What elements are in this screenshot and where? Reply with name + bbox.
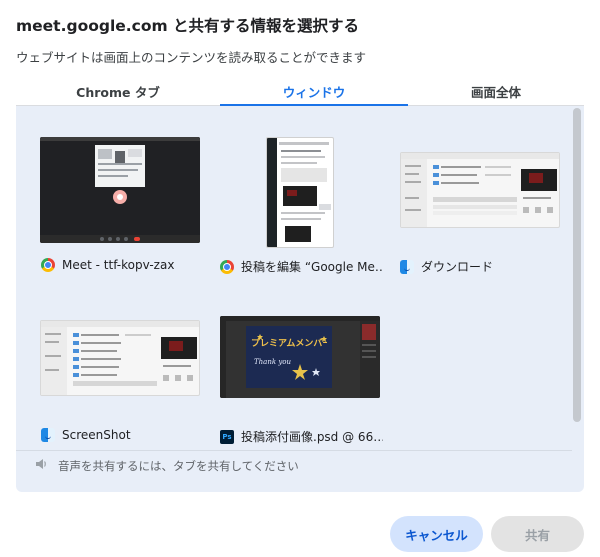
dialog-title: meet.google.com と共有する情報を選択する [16, 17, 360, 35]
finder-icon [400, 259, 414, 274]
audio-notice-text: 音声を共有するには、タブを共有してください [58, 458, 299, 473]
window-title: 投稿添付画像.psd @ 66… [241, 430, 383, 444]
window-title: ScreenShot [62, 428, 131, 442]
window-thumbnail [40, 320, 200, 396]
photoshop-icon: Ps [220, 429, 234, 444]
window-thumbnail: プレミアムメンバー Thank you [220, 316, 380, 398]
speaker-icon [34, 457, 48, 474]
window-thumbnail [40, 137, 200, 243]
thumbnail-script-text: Thank you [254, 358, 292, 366]
cancel-button[interactable]: キャンセル [390, 516, 483, 552]
share-button[interactable]: 共有 [491, 516, 584, 552]
scrollbar[interactable] [573, 108, 581, 422]
window-thumbnail [266, 137, 334, 248]
window-title: ダウンロード [421, 260, 494, 274]
chrome-icon [41, 258, 55, 272]
window-title: Meet - ttf-kopv-zax [62, 258, 175, 272]
tab-window[interactable]: ウィンドウ [220, 76, 408, 106]
tab-chrome-tab[interactable]: Chrome タブ [16, 76, 220, 105]
window-title: 投稿を編集 “Google Me… [241, 260, 383, 274]
source-tabs: Chrome タブ ウィンドウ 画面全体 [16, 76, 584, 106]
tab-entire-screen[interactable]: 画面全体 [408, 76, 584, 105]
thumbnail-banner-text: プレミアムメンバー [251, 339, 327, 349]
chrome-icon [220, 259, 234, 274]
audio-notice: 音声を共有するには、タブを共有してください [16, 450, 572, 480]
finder-icon [41, 428, 55, 442]
dialog-subtitle: ウェブサイトは画面上のコンテンツを読み取ることができます [16, 50, 367, 65]
window-thumbnail [400, 152, 560, 228]
